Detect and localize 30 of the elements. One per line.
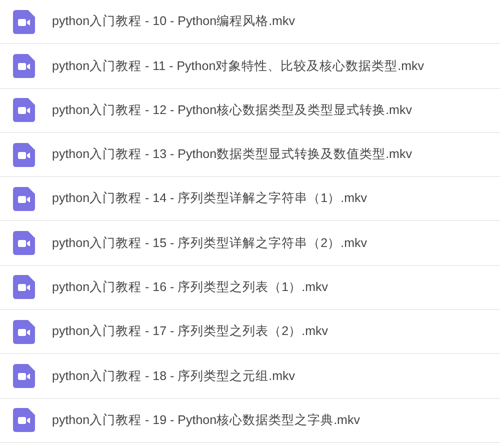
file-name: python入门教程 - 12 - Python核心数据类型及类型显式转换.mkv: [52, 102, 412, 119]
file-name: python入门教程 - 17 - 序列类型之列表（2）.mkv: [52, 323, 328, 340]
file-name: python入门教程 - 11 - Python对象特性、比较及核心数据类型.mkv: [52, 58, 424, 75]
video-file-icon: [13, 186, 35, 211]
file-name: python入门教程 - 14 - 序列类型详解之字符串（1）.mkv: [52, 190, 367, 208]
file-name: python入门教程 - 13 - Python数据类型显式转换及数值类型.mkv: [52, 146, 412, 164]
file-row[interactable]: python入门教程 - 12 - Python核心数据类型及类型显式转换.mkv: [0, 88, 500, 133]
file-row[interactable]: python入门教程 - 17 - 序列类型之列表（2）.mkv: [0, 310, 500, 354]
video-file-icon: [13, 10, 35, 34]
file-row[interactable]: python入门教程 - 19 - Python核心数据类型之字典.mkv: [0, 398, 500, 443]
file-name: python入门教程 - 19 - Python核心数据类型之字典.mkv: [52, 412, 360, 429]
file-row[interactable]: python入门教程 - 15 - 序列类型详解之字符串（2）.mkv: [0, 221, 500, 266]
video-file-icon: [13, 364, 35, 388]
file-row[interactable]: python入门教程 - 10 - Python编程风格.mkv: [0, 0, 500, 44]
video-file-icon: [13, 408, 35, 432]
video-file-icon: [13, 98, 35, 122]
video-file-icon: [13, 54, 35, 78]
file-name: python入门教程 - 10 - Python编程风格.mkv: [52, 13, 295, 30]
file-row[interactable]: python入门教程 - 11 - Python对象特性、比较及核心数据类型.mkv: [0, 44, 500, 89]
file-row[interactable]: python入门教程 - 16 - 序列类型之列表（1）.mkv: [0, 266, 500, 310]
file-row[interactable]: python入门教程 - 18 - 序列类型之元组.mkv: [0, 354, 500, 399]
file-name: python入门教程 - 18 - 序列类型之元组.mkv: [52, 368, 296, 385]
video-file-icon: [13, 320, 35, 344]
file-name: python入门教程 - 16 - 序列类型之列表（1）.mkv: [52, 279, 328, 296]
file-row[interactable]: python入门教程 - 13 - Python数据类型显式转换及数值类型.mkv: [0, 132, 500, 178]
file-row[interactable]: python入门教程 - 14 - 序列类型详解之字符串（1）.mkv: [0, 177, 500, 222]
file-name: python入门教程 - 15 - 序列类型详解之字符串（2）.mkv: [52, 234, 367, 252]
video-file-icon: [13, 275, 35, 300]
video-file-icon: [13, 142, 35, 167]
video-file-icon: [13, 231, 35, 256]
